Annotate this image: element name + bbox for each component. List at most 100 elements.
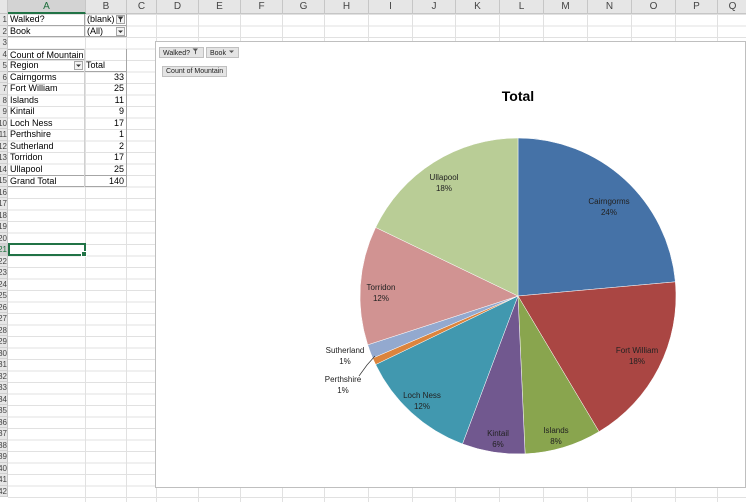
pivot-row-value: 2	[118, 140, 124, 151]
active-cell[interactable]	[8, 243, 87, 257]
row-header-8[interactable]: 8	[0, 94, 8, 106]
value-header: Count of Mountain	[8, 48, 84, 60]
row-header-12[interactable]: 12	[0, 140, 8, 152]
row-labels-dropdown-icon[interactable]	[74, 61, 83, 70]
row-header-17[interactable]: 17	[0, 198, 8, 210]
filter-funnel-icon[interactable]	[116, 15, 125, 24]
dropdown-arrow-icon[interactable]	[116, 26, 125, 36]
select-all-corner[interactable]	[0, 0, 8, 14]
grand-total-label: Grand Total	[8, 175, 84, 187]
pivot-row-label: Islands	[10, 94, 39, 105]
pivot-row-label: Ullapool	[10, 163, 43, 174]
pivot-row-value: 9	[118, 106, 124, 116]
row-header-37[interactable]: 37	[0, 428, 8, 440]
row-header-28[interactable]: 28	[0, 324, 8, 336]
pivot-row-label: Loch Ness	[10, 117, 53, 128]
row-header-1[interactable]: 1	[0, 14, 8, 26]
row-header-22[interactable]: 22	[0, 255, 8, 267]
column-header-m[interactable]: M	[544, 0, 588, 14]
column-header-h[interactable]: H	[325, 0, 369, 14]
pie-slice-cairngorms[interactable]	[517, 137, 676, 297]
pie-label-sutherland: Sutherland 1%	[326, 346, 365, 366]
row-header-25[interactable]: 25	[0, 290, 8, 302]
pivot-border	[126, 14, 127, 37]
pivot-chart[interactable]: Walked? Book Count of Mountain Total Cai…	[155, 41, 746, 488]
column-header-l[interactable]: L	[500, 0, 544, 14]
pivot-row-label: Torridon	[10, 152, 43, 162]
column-header-e[interactable]: E	[199, 0, 241, 14]
row-header-4[interactable]: 4	[0, 48, 8, 60]
row-header-5[interactable]: 5	[0, 60, 8, 72]
row-header-34[interactable]: 34	[0, 393, 8, 405]
row-header-21[interactable]: 21	[0, 244, 8, 256]
pivot-row-value: 11	[114, 94, 124, 105]
column-header-g[interactable]: G	[283, 0, 325, 14]
pivot-border	[126, 48, 127, 187]
row-header-27[interactable]: 27	[0, 313, 8, 325]
row-header-30[interactable]: 30	[0, 347, 8, 359]
pivot-row-label: Cairngorms	[10, 71, 57, 82]
row-header-19[interactable]: 19	[0, 221, 8, 233]
row-header-31[interactable]: 31	[0, 359, 8, 371]
pivot-row-value: 33	[113, 71, 124, 82]
pivot-row-value: 17	[113, 152, 124, 162]
leader-line	[358, 355, 376, 377]
column-header-q[interactable]: Q	[718, 0, 746, 14]
pivot-row-value: 17	[113, 117, 124, 128]
row-header-2[interactable]: 2	[0, 25, 8, 37]
row-header-24[interactable]: 24	[0, 278, 8, 290]
pivot-row-value: 25	[113, 163, 124, 174]
filter-label-walked: Walked?	[8, 14, 84, 26]
row-header-29[interactable]: 29	[0, 336, 8, 348]
row-labels-header: Region	[8, 60, 84, 72]
row-header-42[interactable]: 42	[0, 485, 8, 497]
fill-handle[interactable]	[81, 251, 87, 257]
column-header-i[interactable]: I	[369, 0, 413, 14]
row-header-33[interactable]: 33	[0, 382, 8, 394]
column-header-o[interactable]: O	[632, 0, 676, 14]
row-header-26[interactable]: 26	[0, 301, 8, 313]
pivot-row-value: 25	[113, 83, 124, 93]
row-header-41[interactable]: 41	[0, 474, 8, 486]
row-header-10[interactable]: 10	[0, 117, 8, 129]
row-header-3[interactable]: 3	[0, 37, 8, 49]
column-header-n[interactable]: N	[588, 0, 632, 14]
row-header-6[interactable]: 6	[0, 71, 8, 83]
column-header-k[interactable]: K	[456, 0, 500, 14]
row-header-35[interactable]: 35	[0, 405, 8, 417]
row-header-23[interactable]: 23	[0, 267, 8, 279]
pivot-row-label: Sutherland	[10, 140, 54, 151]
row-header-15[interactable]: 15	[0, 175, 8, 187]
grand-total-value: 140	[84, 175, 126, 187]
row-header-13[interactable]: 13	[0, 152, 8, 164]
row-header-36[interactable]: 36	[0, 416, 8, 428]
column-header-b[interactable]: B	[86, 0, 127, 14]
row-header-7[interactable]: 7	[0, 83, 8, 95]
row-header-40[interactable]: 40	[0, 462, 8, 474]
pivot-row-label: Perthshire	[10, 129, 52, 139]
column-header-j[interactable]: J	[413, 0, 456, 14]
column-header-d[interactable]: D	[157, 0, 199, 14]
row-header-39[interactable]: 39	[0, 451, 8, 463]
row-header-14[interactable]: 14	[0, 163, 8, 175]
row-header-11[interactable]: 11	[0, 129, 8, 141]
column-header-a[interactable]: A	[8, 0, 86, 14]
row-header-18[interactable]: 18	[0, 209, 8, 221]
column-header-p[interactable]: P	[676, 0, 718, 14]
pivot-row-label: Kintail	[10, 106, 35, 116]
pie-label-perthshire: Perthshire 1%	[325, 375, 362, 395]
pivot-divider	[84, 48, 85, 187]
row-header-9[interactable]: 9	[0, 106, 8, 118]
filter-label-book: Book	[8, 26, 84, 37]
row-header-32[interactable]: 32	[0, 370, 8, 382]
total-header: Total	[84, 60, 126, 72]
column-header-f[interactable]: F	[241, 0, 283, 14]
pie-chart: Total Cairngorms 24%Fort William 18%Island…	[325, 88, 677, 455]
row-header-16[interactable]: 16	[0, 186, 8, 198]
pivot-row-label: Fort William	[10, 83, 58, 93]
pivot-row-value: 1	[118, 129, 124, 139]
row-header-38[interactable]: 38	[0, 439, 8, 451]
chart-title: Total	[502, 88, 534, 104]
row-header-20[interactable]: 20	[0, 232, 8, 244]
column-header-c[interactable]: C	[127, 0, 157, 14]
